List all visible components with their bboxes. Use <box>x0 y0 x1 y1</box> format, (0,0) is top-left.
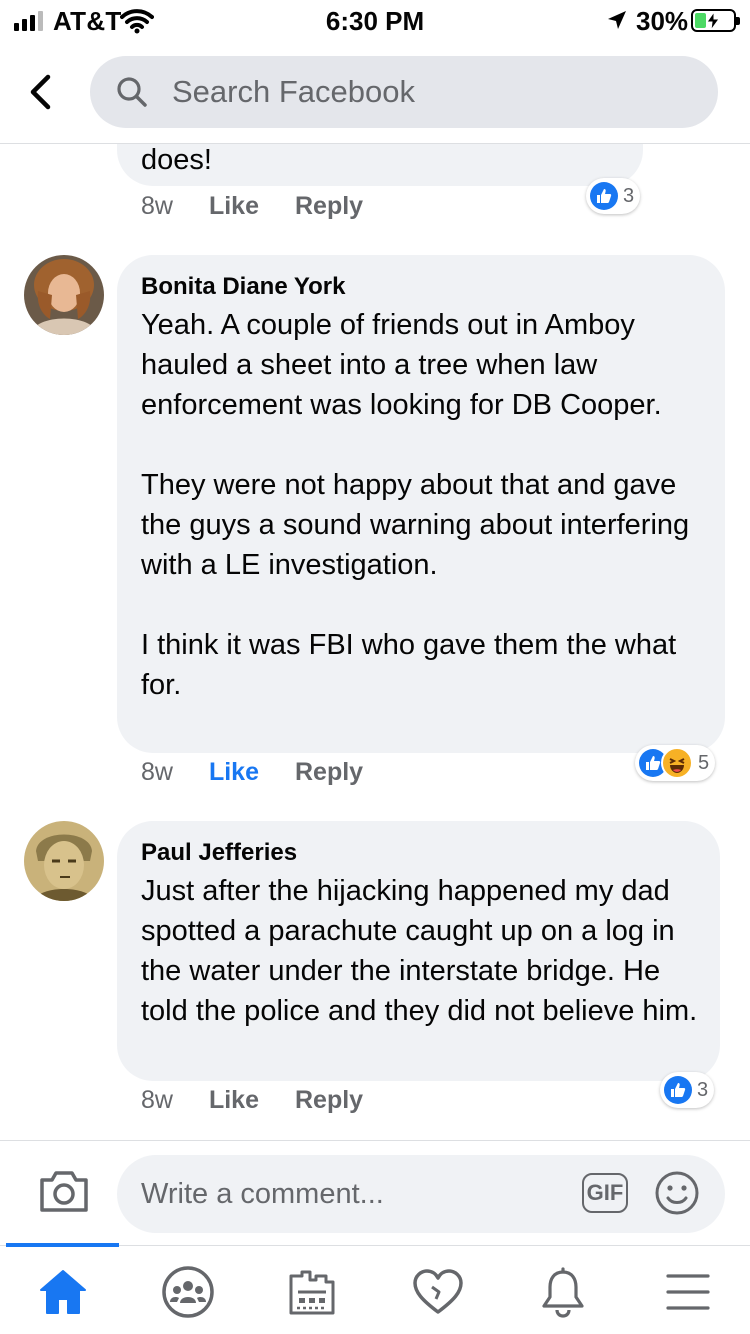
comment-time: 8w <box>141 192 173 220</box>
chevron-left-icon <box>30 74 51 110</box>
comment-bubble[interactable]: Paul Jefferies Just after the hijacking … <box>117 821 720 1081</box>
haha-reaction-icon <box>661 747 693 779</box>
tab-dating[interactable] <box>410 1264 466 1320</box>
location-arrow-icon <box>606 9 628 36</box>
like-button[interactable]: Like <box>209 192 259 221</box>
search-icon <box>117 77 147 107</box>
smiley-icon <box>655 1171 699 1215</box>
menu-icon <box>666 1274 710 1310</box>
comment-text: does! <box>141 144 212 176</box>
comment-author[interactable]: Bonita Diane York <box>141 273 346 301</box>
reaction-count: 5 <box>698 751 710 774</box>
comment-text: Yeah. A couple of friends out in Amboy h… <box>141 309 690 701</box>
bottom-navigation <box>0 1243 750 1334</box>
comment-actions: 8w Like Reply <box>141 192 363 221</box>
comment-author[interactable]: Paul Jefferies <box>141 839 297 867</box>
comment-bubble[interactable]: Bonita Diane York Yeah. A couple of frie… <box>117 255 725 753</box>
reaction-count: 3 <box>697 1078 709 1101</box>
comment-actions: 8w Like Reply <box>141 758 363 787</box>
like-reaction-icon <box>664 1076 692 1104</box>
like-button[interactable]: Like <box>209 1086 259 1115</box>
comment-text: Just after the hijacking happened my dad… <box>141 875 698 1027</box>
emoji-button[interactable] <box>654 1170 700 1221</box>
gif-button[interactable]: GIF <box>582 1173 628 1213</box>
home-icon <box>40 1270 86 1314</box>
notifications-icon <box>542 1267 584 1318</box>
battery-icon <box>691 9 740 32</box>
battery-percentage: 30% <box>636 6 689 36</box>
comment-time: 8w <box>141 758 173 786</box>
comment-actions: 8w Like Reply <box>141 1086 363 1115</box>
tab-notifications[interactable] <box>535 1264 591 1320</box>
dating-icon <box>413 1269 463 1314</box>
avatar[interactable] <box>24 821 104 901</box>
like-button[interactable]: Like <box>209 758 259 787</box>
comment-time: 8w <box>141 1086 173 1114</box>
tab-marketplace[interactable] <box>284 1264 340 1320</box>
groups-icon <box>162 1266 214 1318</box>
comment-composer: Write a comment... GIF <box>0 1140 750 1245</box>
reply-button[interactable]: Reply <box>295 1086 363 1115</box>
search-input[interactable]: Search Facebook <box>172 56 415 128</box>
like-reaction-icon <box>590 182 618 210</box>
comments-list: does! 3 8w Like Reply Bonita Diane York … <box>0 144 750 1140</box>
marketplace-icon <box>289 1270 335 1315</box>
tab-groups[interactable] <box>160 1264 216 1320</box>
back-button[interactable] <box>22 70 58 114</box>
search-header: Search Facebook <box>0 42 750 144</box>
avatar[interactable] <box>24 255 104 335</box>
tab-home[interactable] <box>35 1264 91 1320</box>
status-bar: AT&T 6:30 PM 30% <box>0 0 750 42</box>
reaction-summary[interactable]: 3 <box>586 178 641 214</box>
search-field[interactable]: Search Facebook <box>90 56 718 128</box>
comment-input[interactable]: Write a comment... <box>141 1155 384 1233</box>
comment-bubble[interactable]: does! <box>117 144 643 186</box>
camera-icon <box>40 1171 88 1212</box>
reply-button[interactable]: Reply <box>295 758 363 787</box>
reply-button[interactable]: Reply <box>295 192 363 221</box>
comment-field[interactable]: Write a comment... GIF <box>117 1155 725 1233</box>
active-tab-indicator <box>6 1243 119 1247</box>
camera-button[interactable] <box>38 1168 90 1219</box>
reaction-summary[interactable]: 5 <box>635 745 716 781</box>
tab-menu[interactable] <box>660 1264 716 1320</box>
reaction-count: 3 <box>623 184 635 207</box>
reaction-summary[interactable]: 3 <box>660 1072 715 1108</box>
